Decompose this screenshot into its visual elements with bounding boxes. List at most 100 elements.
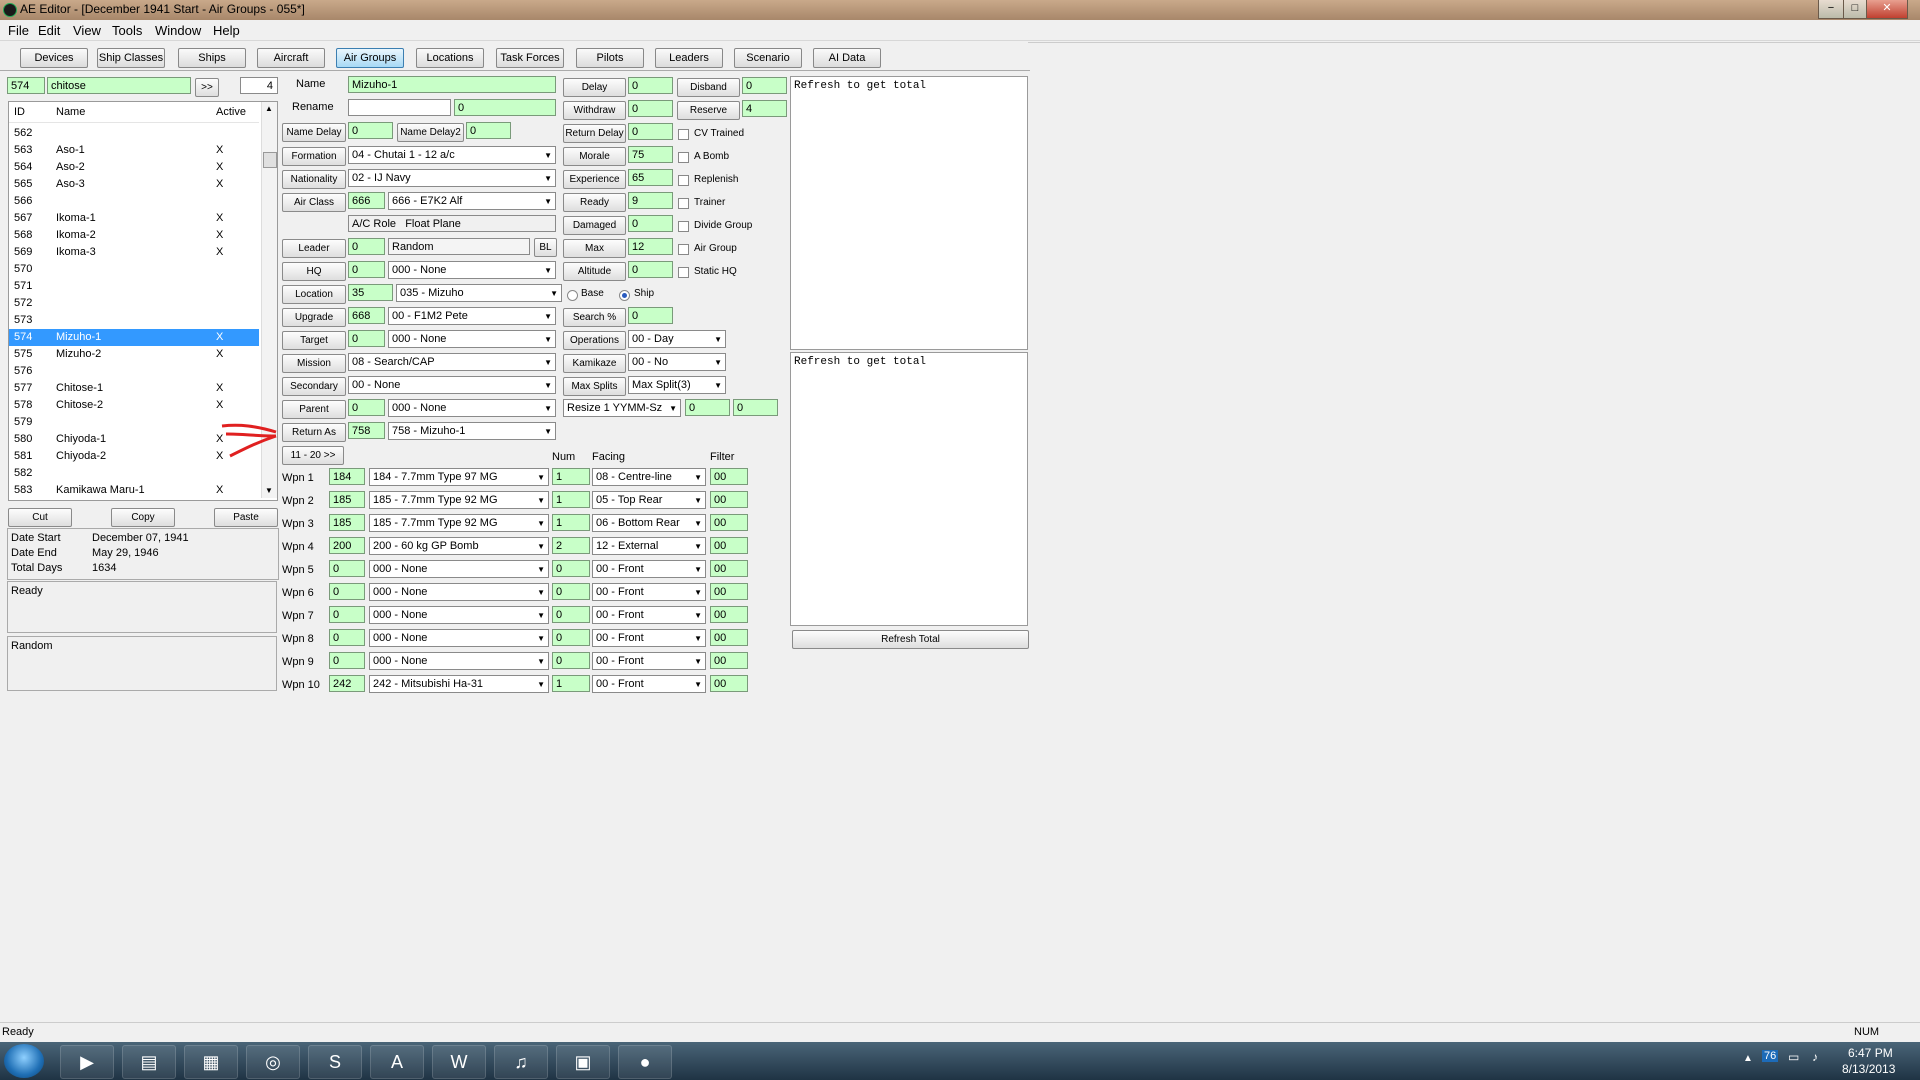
refresh-total-button[interactable]: Refresh Total (792, 630, 1029, 649)
tab-task-forces[interactable]: Task Forces (496, 48, 564, 68)
tab-leaders[interactable]: Leaders (655, 48, 723, 68)
weapon-filter-field[interactable]: 00 (710, 652, 748, 669)
return-as-select[interactable]: 758 - Mizuho-1 ▼ (388, 422, 556, 440)
rename-field[interactable] (348, 99, 451, 116)
start-orb-icon[interactable] (4, 1044, 44, 1078)
checkbox-a-bomb[interactable] (678, 152, 689, 163)
leader-bl-button[interactable]: BL (534, 238, 557, 257)
maximize-button[interactable]: □ (1843, 0, 1867, 19)
weapon-facing-select[interactable]: 00 - Front ▼ (592, 675, 706, 693)
weapon-facing-select[interactable]: 00 - Front ▼ (592, 583, 706, 601)
chevron-down-icon[interactable]: ▼ (714, 331, 722, 347)
target-id-field[interactable]: 0 (348, 330, 385, 347)
weapon-id-field[interactable]: 0 (329, 652, 365, 669)
weapon-select[interactable]: 000 - None ▼ (369, 652, 549, 670)
file-explorer-icon[interactable]: ▤ (122, 1045, 176, 1079)
chevron-down-icon[interactable]: ▼ (669, 400, 677, 416)
acrobat-icon[interactable]: A (370, 1045, 424, 1079)
withdraw-button[interactable]: Withdraw (563, 101, 626, 120)
chevron-down-icon[interactable]: ▼ (544, 423, 552, 439)
parent-button[interactable]: Parent (282, 400, 346, 419)
close-button[interactable]: ✕ (1866, 0, 1908, 19)
chevron-down-icon[interactable]: ▼ (537, 676, 545, 692)
weapon-filter-field[interactable]: 00 (710, 491, 748, 508)
weapon-id-field[interactable]: 0 (329, 606, 365, 623)
checkbox-trainer[interactable] (678, 198, 689, 209)
weapon-id-field[interactable]: 185 (329, 491, 365, 508)
weapon-filter-field[interactable]: 00 (710, 468, 748, 485)
weapon-id-field[interactable]: 0 (329, 560, 365, 577)
search-go-button[interactable]: >> (195, 78, 219, 97)
kamikaze-button[interactable]: Kamikaze (563, 354, 626, 373)
max-splits-button[interactable]: Max Splits (563, 377, 626, 396)
chevron-down-icon[interactable]: ▼ (694, 538, 702, 554)
chevron-down-icon[interactable]: ▼ (537, 630, 545, 646)
return-delay-button[interactable]: Return Delay (563, 124, 626, 143)
leader-name-field[interactable]: Random (388, 238, 530, 255)
chevron-down-icon[interactable]: ▼ (714, 354, 722, 370)
paste-button[interactable]: Paste (214, 508, 278, 527)
weapon-id-field[interactable]: 242 (329, 675, 365, 692)
chevron-down-icon[interactable]: ▼ (714, 377, 722, 393)
delay-field[interactable]: 0 (628, 77, 673, 94)
witp-ae-icon[interactable]: ▣ (556, 1045, 610, 1079)
clock-date[interactable]: 8/13/2013 (1842, 1062, 1895, 1076)
menu-view[interactable]: View (73, 23, 101, 38)
tab-aircraft[interactable]: Aircraft (257, 48, 325, 68)
menu-file[interactable]: File (8, 23, 29, 38)
chevron-down-icon[interactable]: ▼ (537, 653, 545, 669)
weapon-facing-select[interactable]: 06 - Bottom Rear ▼ (592, 514, 706, 532)
list-item[interactable]: 568 Ikoma-2 X (9, 227, 259, 244)
operations-button[interactable]: Operations (563, 331, 626, 350)
menu-edit[interactable]: Edit (38, 23, 60, 38)
chevron-down-icon[interactable]: ▼ (537, 515, 545, 531)
weapon-select[interactable]: 000 - None ▼ (369, 560, 549, 578)
list-item[interactable]: 569 Ikoma-3 X (9, 244, 259, 261)
weapon-filter-field[interactable]: 00 (710, 606, 748, 623)
weapon-id-field[interactable]: 0 (329, 629, 365, 646)
weapon-select[interactable]: 000 - None ▼ (369, 583, 549, 601)
air-class-id-field[interactable]: 666 (348, 192, 385, 209)
chevron-down-icon[interactable]: ▼ (537, 584, 545, 600)
ae-editor-icon[interactable]: ● (618, 1045, 672, 1079)
tab-scenario[interactable]: Scenario (734, 48, 802, 68)
chevron-down-icon[interactable]: ▼ (694, 515, 702, 531)
delay-button[interactable]: Delay (563, 78, 626, 97)
weapon-facing-select[interactable]: 00 - Front ▼ (592, 629, 706, 647)
clock-time[interactable]: 6:47 PM (1848, 1046, 1893, 1060)
secondary-button[interactable]: Secondary (282, 377, 346, 396)
experience-button[interactable]: Experience (563, 170, 626, 189)
weapon-filter-field[interactable]: 00 (710, 560, 748, 577)
scroll-down-icon[interactable]: ▼ (265, 486, 273, 495)
chevron-down-icon[interactable]: ▼ (694, 676, 702, 692)
search-id-field[interactable]: 574 (7, 77, 45, 94)
list-item[interactable]: 576 (9, 363, 259, 380)
weapon-num-field[interactable]: 1 (552, 491, 590, 508)
damaged-button[interactable]: Damaged (563, 216, 626, 235)
checkbox-divide-group[interactable] (678, 221, 689, 232)
weapon-id-field[interactable]: 200 (329, 537, 365, 554)
weapon-select[interactable]: 200 - 60 kg GP Bomb ▼ (369, 537, 549, 555)
chevron-down-icon[interactable]: ▼ (537, 492, 545, 508)
weapon-select[interactable]: 000 - None ▼ (369, 606, 549, 624)
list-item[interactable]: 575 Mizuho-2 X (9, 346, 259, 363)
resize-field-a[interactable]: 0 (685, 399, 730, 416)
parent-id-field[interactable]: 0 (348, 399, 385, 416)
tab-devices[interactable]: Devices (20, 48, 88, 68)
tab-pilots[interactable]: Pilots (576, 48, 644, 68)
hq-select[interactable]: 000 - None ▼ (388, 261, 556, 279)
weapon-num-field[interactable]: 0 (552, 652, 590, 669)
reserve-button[interactable]: Reserve (677, 101, 740, 120)
weapon-filter-field[interactable]: 00 (710, 583, 748, 600)
chevron-down-icon[interactable]: ▼ (694, 469, 702, 485)
nationality-select[interactable]: 02 - IJ Navy ▼ (348, 169, 556, 187)
weapon-id-field[interactable]: 185 (329, 514, 365, 531)
list-item[interactable]: 570 (9, 261, 259, 278)
search-input[interactable]: chitose (47, 77, 191, 94)
menu-window[interactable]: Window (155, 23, 201, 38)
resize-select[interactable]: Resize 1 YYMM-Sz ▼ (563, 399, 681, 417)
weapon-filter-field[interactable]: 00 (710, 629, 748, 646)
weapon-id-field[interactable]: 184 (329, 468, 365, 485)
mission-select[interactable]: 08 - Search/CAP ▼ (348, 353, 556, 371)
chevron-down-icon[interactable]: ▼ (544, 193, 552, 209)
